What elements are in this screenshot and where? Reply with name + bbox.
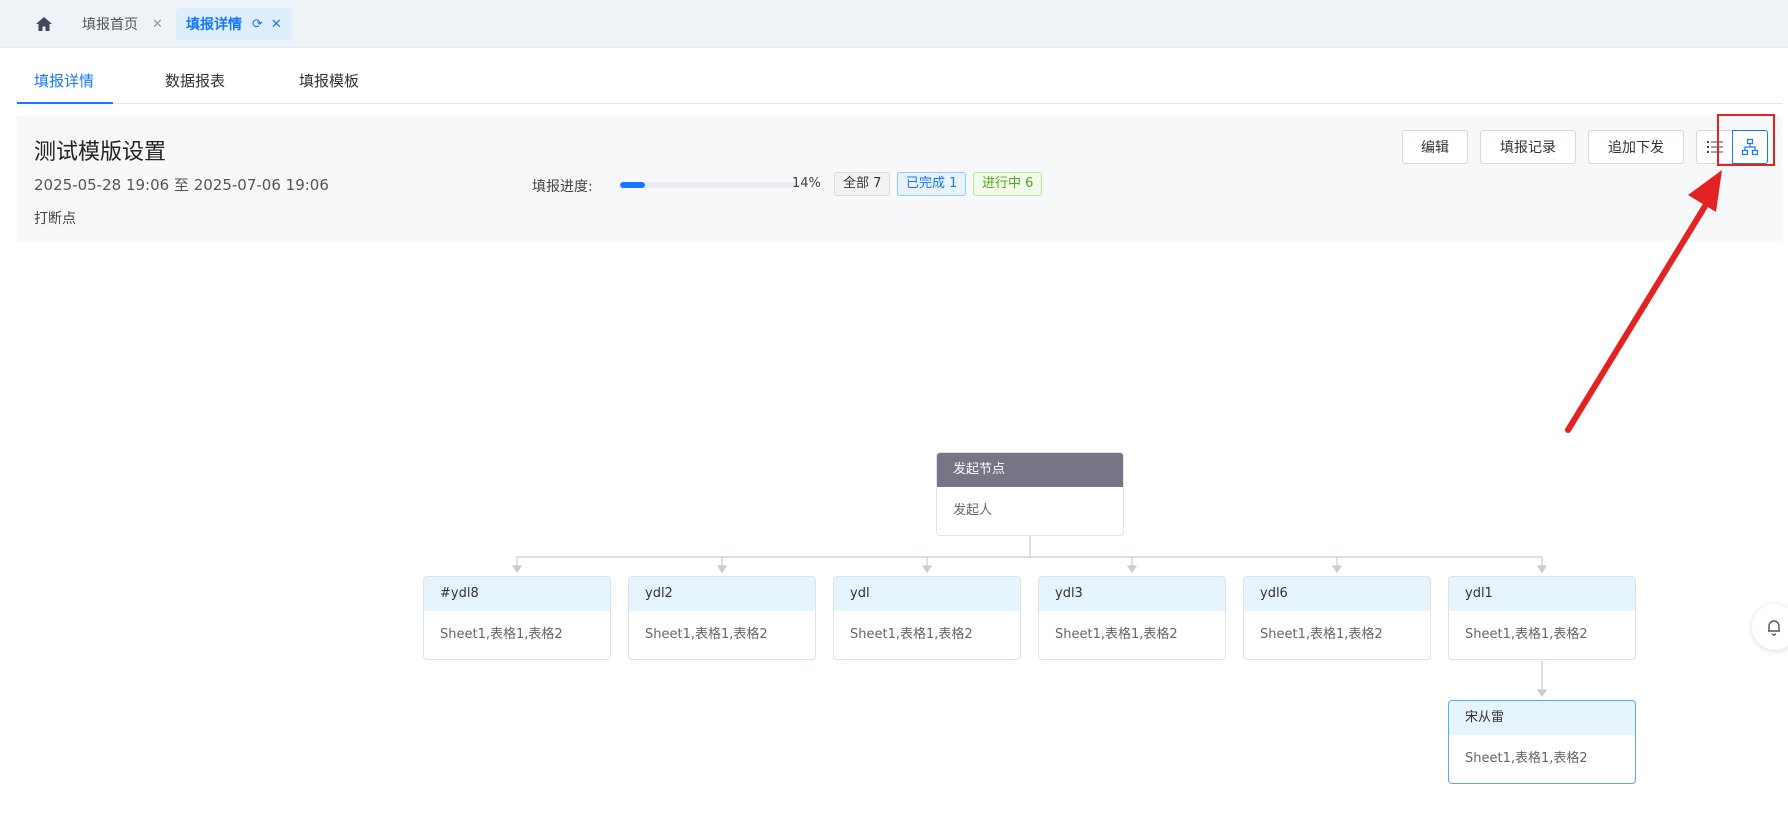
- node-body: Sheet1,表格1,表格2: [645, 627, 768, 642]
- flow-node[interactable]: ydl2 Sheet1,表格1,表格2: [628, 576, 816, 660]
- flow-node[interactable]: #ydl8 Sheet1,表格1,表格2: [423, 576, 611, 660]
- node-title: ydl3: [1039, 577, 1225, 611]
- node-title: 发起节点: [937, 453, 1123, 487]
- flow-node-selected[interactable]: 宋从雷 Sheet1,表格1,表格2: [1448, 700, 1636, 784]
- node-title: 宋从雷: [1449, 701, 1635, 735]
- node-body: Sheet1,表格1,表格2: [1260, 627, 1383, 642]
- bell-icon: [1768, 620, 1780, 636]
- node-body: Sheet1,表格1,表格2: [850, 627, 973, 642]
- flow-node[interactable]: ydl1 Sheet1,表格1,表格2: [1448, 576, 1636, 660]
- node-title: ydl: [834, 577, 1020, 611]
- flow-node[interactable]: ydl Sheet1,表格1,表格2: [833, 576, 1021, 660]
- flow-node[interactable]: ydl3 Sheet1,表格1,表格2: [1038, 576, 1226, 660]
- node-title: ydl1: [1449, 577, 1635, 611]
- node-body: Sheet1,表格1,表格2: [1465, 751, 1588, 766]
- flow-node-root[interactable]: 发起节点 发起人: [936, 452, 1124, 536]
- node-body: Sheet1,表格1,表格2: [1465, 627, 1588, 642]
- node-title: ydl2: [629, 577, 815, 611]
- node-body: Sheet1,表格1,表格2: [440, 627, 563, 642]
- node-title: #ydl8: [424, 577, 610, 611]
- node-body: 发起人: [953, 503, 993, 518]
- node-body: Sheet1,表格1,表格2: [1055, 627, 1178, 642]
- node-title: ydl6: [1244, 577, 1430, 611]
- flow-node[interactable]: ydl6 Sheet1,表格1,表格2: [1243, 576, 1431, 660]
